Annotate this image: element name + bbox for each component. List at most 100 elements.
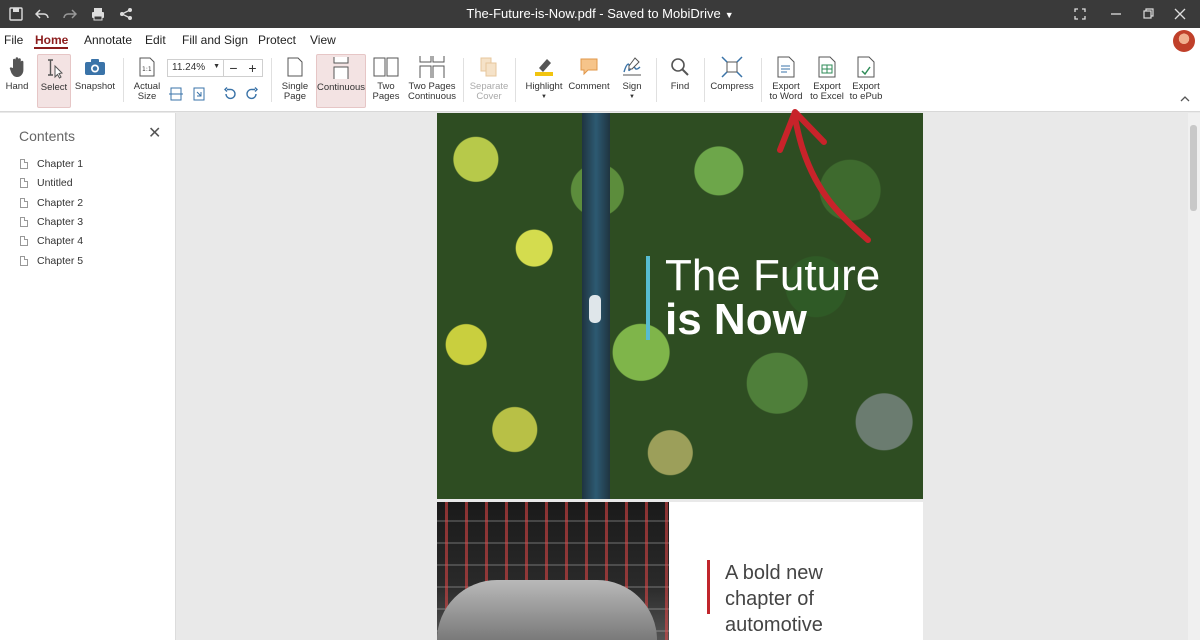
sign-button[interactable]: Sign ▼ [615, 54, 649, 108]
chevron-down-icon: ▼ [213, 63, 220, 70]
comment-button[interactable]: Comment [568, 54, 610, 108]
highlighter-icon [533, 54, 555, 80]
separate-cover-label: Separate Cover [469, 81, 509, 102]
fit-width-icon[interactable] [167, 85, 185, 103]
continuous-button[interactable]: Continuous [316, 54, 366, 108]
export-to-excel-button[interactable]: Export to Excel [808, 54, 846, 108]
page-icon [20, 217, 28, 227]
outline-item-label: Chapter 4 [37, 235, 84, 247]
export-epub-label: Export to ePub [849, 81, 883, 102]
outline-item[interactable]: Chapter 2 [20, 195, 83, 211]
cover-car [589, 295, 601, 323]
zoom-out-button[interactable]: − [224, 60, 243, 76]
active-tab-underline [34, 47, 68, 49]
signature-icon [621, 54, 643, 80]
page2-heading: A bold new chapter of automotive [725, 562, 823, 636]
word-document-icon [777, 54, 795, 80]
camera-icon [84, 54, 106, 80]
epub-document-icon [857, 54, 875, 80]
single-page-button[interactable]: Single Page [279, 54, 311, 108]
single-page-label: Single Page [281, 81, 309, 102]
snapshot-label: Snapshot [74, 81, 116, 92]
outline-item-label: Chapter 1 [37, 158, 84, 170]
sign-dropdown-icon[interactable]: ▼ [629, 92, 635, 102]
outline-item-label: Chapter 3 [37, 216, 84, 228]
select-button[interactable]: Select [37, 54, 71, 108]
menu-view[interactable]: View [310, 33, 336, 47]
close-icon[interactable]: ✕ [148, 123, 161, 143]
fit-page-icon[interactable] [190, 85, 208, 103]
two-pages-label: Two Pages [372, 81, 400, 102]
two-pages-continuous-button[interactable]: Two Pages Continuous [408, 54, 456, 108]
ribbon-separator [515, 58, 516, 102]
two-pages-continuous-icon [418, 54, 446, 80]
cover-title-line2: is Now [665, 295, 807, 344]
menu-home[interactable]: Home [35, 33, 68, 47]
window-title-text: The-Future-is-Now.pdf - Saved to MobiDri… [466, 6, 721, 21]
document-viewer[interactable]: The Future is Now A bold new chapter of … [177, 113, 1188, 640]
hand-label: Hand [5, 81, 29, 92]
rotate-left-icon[interactable] [221, 85, 239, 103]
separate-cover-button[interactable]: Separate Cover [470, 54, 508, 108]
menu-annotate[interactable]: Annotate [84, 33, 132, 47]
fullscreen-icon[interactable] [1070, 4, 1090, 24]
title-bar: The-Future-is-Now.pdf - Saved to MobiDri… [0, 0, 1200, 28]
ribbon-toolbar: Hand Select Snapshot 1:1 Actual Size 11.… [0, 52, 1200, 112]
actual-size-icon: 1:1 [139, 54, 155, 80]
outline-item[interactable]: Chapter 4 [20, 233, 83, 249]
outline-item[interactable]: Chapter 3 [20, 214, 83, 230]
outline-item-label: Chapter 5 [37, 255, 84, 267]
menu-fill-and-sign[interactable]: Fill and Sign [182, 33, 248, 47]
separate-cover-icon [479, 54, 499, 80]
collapse-ribbon-icon[interactable] [1176, 90, 1194, 108]
outline-item[interactable]: Untitled [20, 175, 73, 191]
page-icon [20, 178, 28, 188]
search-icon [670, 54, 690, 80]
scrollbar-thumb[interactable] [1190, 125, 1197, 211]
ribbon-separator [704, 58, 705, 102]
highlight-dropdown-icon[interactable]: ▼ [541, 92, 547, 102]
menu-edit[interactable]: Edit [145, 33, 166, 47]
menu-file[interactable]: File [4, 33, 23, 47]
page-icon [20, 159, 28, 169]
zoom-select[interactable]: 11.24% ▼ [167, 59, 224, 77]
hand-button[interactable]: Hand [2, 54, 32, 108]
excel-document-icon [818, 54, 836, 80]
outline-item[interactable]: Chapter 1 [20, 156, 83, 172]
export-to-epub-button[interactable]: Export to ePub [847, 54, 885, 108]
two-pages-icon [373, 54, 399, 80]
ribbon-separator [761, 58, 762, 102]
outline-item-label: Untitled [37, 177, 73, 189]
outline-item-label: Chapter 2 [37, 197, 84, 209]
outline-item[interactable]: Chapter 5 [20, 253, 83, 269]
menu-protect[interactable]: Protect [258, 33, 296, 47]
actual-size-button[interactable]: 1:1 Actual Size [131, 54, 163, 108]
window-title[interactable]: The-Future-is-Now.pdf - Saved to MobiDri… [0, 6, 1200, 21]
close-window-icon[interactable] [1170, 4, 1190, 24]
cover-title-line1: The Future [665, 251, 881, 300]
two-pages-button[interactable]: Two Pages [371, 54, 401, 108]
ribbon-separator [656, 58, 657, 102]
highlight-label: Highlight [525, 81, 563, 92]
maximize-icon[interactable] [1138, 4, 1158, 24]
find-button[interactable]: Find [665, 54, 695, 108]
page2-accent-bar [707, 560, 710, 614]
zoom-in-button[interactable]: + [243, 60, 262, 76]
compress-button[interactable]: Compress [710, 54, 754, 108]
title-dropdown-icon[interactable]: ▼ [725, 10, 734, 20]
single-page-icon [287, 54, 303, 80]
snapshot-button[interactable]: Snapshot [74, 54, 116, 108]
vertical-scrollbar[interactable] [1188, 113, 1200, 640]
sign-label: Sign [622, 81, 642, 92]
export-to-word-button[interactable]: Export to Word [767, 54, 805, 108]
avatar[interactable] [1173, 30, 1195, 52]
page-icon [20, 256, 28, 266]
rotate-right-icon[interactable] [243, 85, 261, 103]
comment-label: Comment [568, 81, 610, 92]
page-icon [20, 236, 28, 246]
ribbon-separator [271, 58, 272, 102]
highlight-button[interactable]: Highlight ▼ [523, 54, 565, 108]
minimize-icon[interactable] [1106, 4, 1126, 24]
page-icon [20, 198, 28, 208]
contents-title: Contents [19, 128, 76, 144]
